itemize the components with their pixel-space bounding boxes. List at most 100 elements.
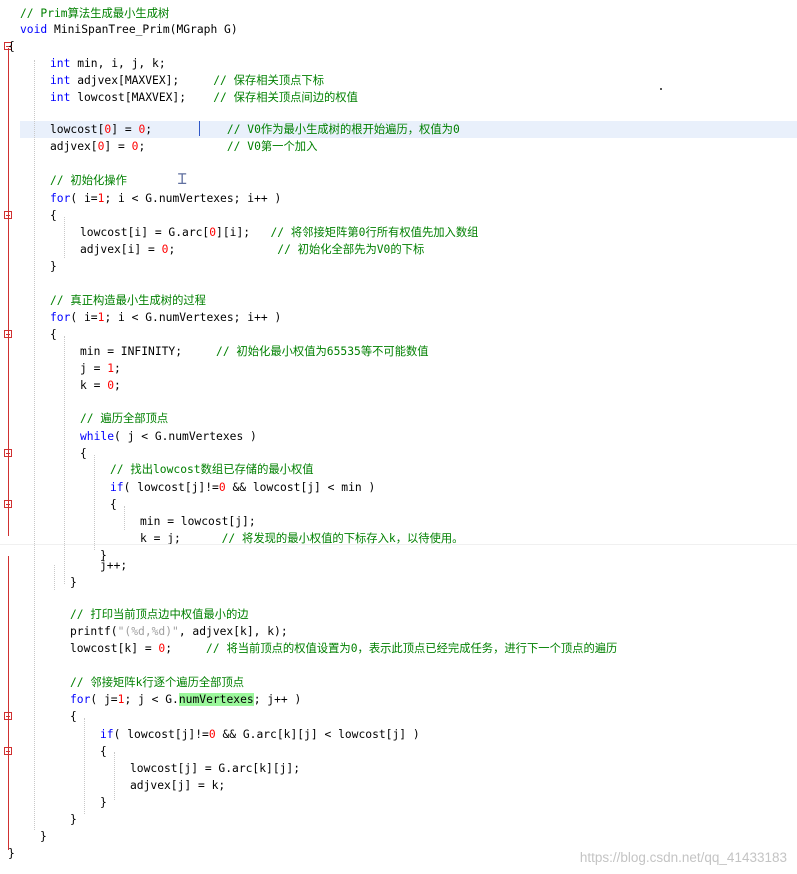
code-line[interactable]: adjvex[j] = k; <box>130 777 225 794</box>
code-line[interactable]: lowcost[k] = 0; // 将当前顶点的权值设置为0，表示此顶点已经完… <box>70 640 617 657</box>
code-token: ; <box>114 379 121 392</box>
code-line[interactable]: { <box>100 743 107 760</box>
code-line[interactable]: { <box>50 326 57 343</box>
code-token: printf( <box>70 625 118 638</box>
code-token: // Prim算法生成最小生成树 <box>20 7 170 20</box>
code-token: min = INFINITY; <box>80 345 217 358</box>
code-line[interactable]: lowcost[0] = 0; // V0作为最小生成树的根开始遍历，权值为0 <box>50 121 460 138</box>
code-token: ] = <box>104 140 132 153</box>
code-token: adjvex[ <box>50 140 98 153</box>
code-token: 0 <box>218 481 226 494</box>
code-token: ( j < G.numVertexes ) <box>114 430 257 443</box>
code-token: } <box>40 830 47 843</box>
code-line[interactable]: if( lowcost[j]!=0 && G.arc[k][j] < lowco… <box>100 726 420 743</box>
code-line[interactable]: // 遍历全部顶点 <box>80 410 168 427</box>
code-token: { <box>50 328 57 341</box>
code-line[interactable]: j = 1; <box>80 360 121 377</box>
code-token: { <box>80 447 87 460</box>
search-match-highlight: numVertexes <box>178 693 254 706</box>
code-line[interactable]: } <box>8 845 15 862</box>
code-token: lowcost[j] = G.arc[k][j]; <box>130 762 301 775</box>
code-line[interactable]: adjvex[i] = 0; // 初始化全部先为V0的下标 <box>80 241 424 258</box>
watermark: https://blog.csdn.net/qq_41433183 <box>579 850 787 865</box>
code-line[interactable]: min = INFINITY; // 初始化最小权值为65535等不可能数值 <box>80 343 429 360</box>
code-token: // 保存相关顶点下标 <box>213 74 325 87</box>
indent-guide <box>54 565 55 590</box>
code-token: // 保存相关顶点间边的权值 <box>213 91 358 104</box>
code-line[interactable]: lowcost[j] = G.arc[k][j]; <box>130 760 300 777</box>
code-token: "(%d,%d)" <box>117 625 179 638</box>
code-token: && G.arc[k][j] < lowcost[j] ) <box>215 728 420 741</box>
code-line[interactable]: { <box>8 38 15 55</box>
code-token: min, i, j, k; <box>70 57 166 70</box>
code-token: ; j < G. <box>124 693 179 706</box>
code-line[interactable]: j++; <box>100 557 127 574</box>
code-line[interactable]: // 真正构造最小生成树的过程 <box>50 292 206 309</box>
code-line[interactable]: } <box>100 794 107 811</box>
code-token: // 找出lowcost数组已存储的最小权值 <box>110 463 314 476</box>
code-line[interactable]: if( lowcost[j]!=0 && lowcost[j] < min ) <box>110 479 375 496</box>
code-line[interactable]: { <box>50 207 57 224</box>
code-line[interactable]: int min, i, j, k; <box>50 55 166 72</box>
code-token: for <box>50 311 71 324</box>
code-line[interactable]: while( j < G.numVertexes ) <box>80 428 257 445</box>
code-line[interactable]: k = 0; <box>80 377 121 394</box>
code-token: } <box>50 260 57 273</box>
code-token: ( lowcost[j]!= <box>123 481 219 494</box>
code-token: k = <box>80 379 108 392</box>
code-line[interactable]: int adjvex[MAXVEX]; // 保存相关顶点下标 <box>50 72 324 89</box>
code-line[interactable]: // 找出lowcost数组已存储的最小权值 <box>110 461 314 478</box>
code-token: // 打印当前顶点边中权值最小的边 <box>70 608 249 621</box>
screenshot-seam <box>0 544 797 545</box>
code-line[interactable]: for( i=1; i < G.numVertexes; i++ ) <box>50 190 281 207</box>
code-token: ( j= <box>90 693 118 706</box>
code-token: ; i < G.numVertexes; i++ ) <box>104 192 282 205</box>
code-line[interactable]: } <box>40 828 47 845</box>
code-line[interactable]: for( i=1; i < G.numVertexes; i++ ) <box>50 309 281 326</box>
code-token: // 遍历全部顶点 <box>80 412 169 425</box>
code-token: adjvex[i] = <box>80 243 162 256</box>
code-token: MiniSpanTree_Prim(MGraph G) <box>47 23 238 36</box>
code-line[interactable]: { <box>80 445 87 462</box>
code-line[interactable]: } <box>50 258 57 275</box>
code-line[interactable]: { <box>110 496 117 513</box>
stray-dot <box>660 88 662 90</box>
code-line[interactable]: printf("(%d,%d)", adjvex[k], k); <box>70 623 288 640</box>
code-token: ; <box>168 243 278 256</box>
code-token: // V0作为最小生成树的根开始遍历，权值为0 <box>226 123 460 136</box>
code-token: // 将邻接矩阵第0行所有权值先加入数组 <box>270 226 479 239</box>
code-editor[interactable]: // Prim算法生成最小生成树 void MiniSpanTree_Prim(M… <box>0 0 797 874</box>
code-token: void <box>20 23 48 36</box>
indent-guide <box>64 336 65 584</box>
code-token: while <box>80 430 115 443</box>
code-line[interactable]: int lowcost[MAXVEX]; // 保存相关顶点间边的权值 <box>50 89 358 106</box>
indent-guide <box>34 60 35 830</box>
code-line[interactable]: } <box>70 574 77 591</box>
code-token: // 邻接矩阵k行逐个遍历全部顶点 <box>70 676 245 689</box>
code-line[interactable]: // 邻接矩阵k行逐个遍历全部顶点 <box>70 674 244 691</box>
code-line[interactable]: // Prim算法生成最小生成树 <box>20 5 169 22</box>
code-line[interactable]: // 初始化操作 <box>50 172 127 189</box>
code-token: && lowcost[j] < min ) <box>225 481 376 494</box>
code-token: for <box>70 693 91 706</box>
code-line[interactable]: adjvex[0] = 0; // V0第一个加入 <box>50 138 317 155</box>
code-line[interactable]: lowcost[i] = G.arc[0][i]; // 将邻接矩阵第0行所有权… <box>80 224 478 241</box>
code-token: j++; <box>100 559 128 572</box>
code-token: 1 <box>107 362 115 375</box>
code-line[interactable]: min = lowcost[j]; <box>140 513 256 530</box>
code-token: ( i= <box>70 311 98 324</box>
code-line[interactable]: { <box>70 708 77 725</box>
code-line[interactable]: } <box>70 811 77 828</box>
code-token: ; <box>145 123 227 136</box>
code-token: // 将当前顶点的权值设置为0，表示此顶点已经完成任务，进行下一个顶点的遍历 <box>206 642 618 655</box>
code-line[interactable]: for( j=1; j < G.numVertexes; j++ ) <box>70 691 301 708</box>
code-token: j = <box>80 362 108 375</box>
code-token: } <box>70 813 77 826</box>
code-line[interactable]: // 打印当前顶点边中权值最小的边 <box>70 606 249 623</box>
code-token: // V0第一个加入 <box>226 140 318 153</box>
code-token: { <box>50 209 57 222</box>
code-token: 0 <box>208 728 216 741</box>
code-line[interactable]: void MiniSpanTree_Prim(MGraph G) <box>20 21 238 38</box>
code-token: } <box>8 847 15 860</box>
code-token: if <box>110 481 124 494</box>
